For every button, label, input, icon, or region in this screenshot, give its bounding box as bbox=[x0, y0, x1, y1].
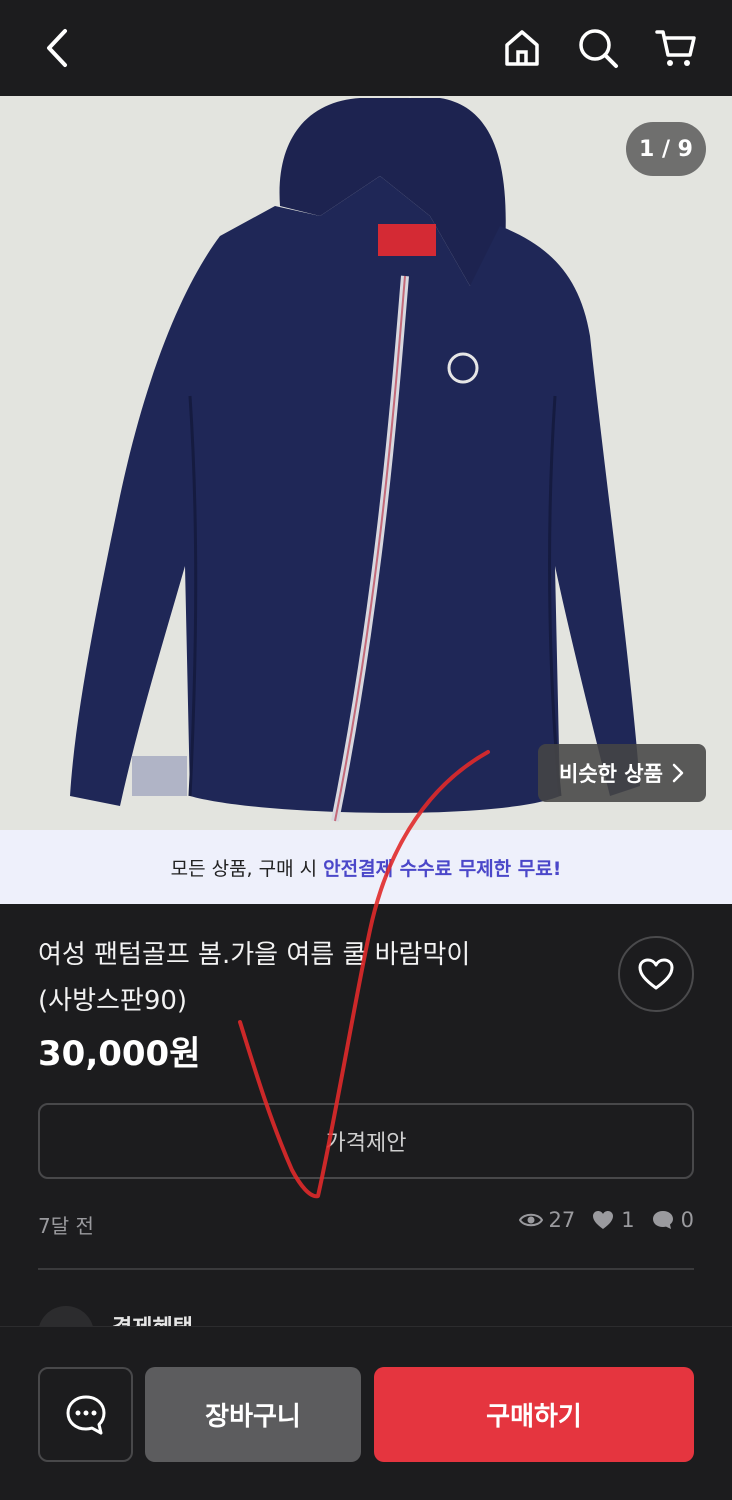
views-count: 27 bbox=[548, 1208, 576, 1232]
cart-icon[interactable] bbox=[654, 26, 698, 70]
product-photo bbox=[0, 96, 732, 830]
similar-products-button[interactable]: 비슷한 상품 bbox=[538, 744, 706, 802]
buy-now-button[interactable]: 구매하기 bbox=[374, 1367, 694, 1462]
product-title-line-2: (사방스판90) bbox=[38, 986, 188, 1016]
product-stats: 27 1 0 bbox=[509, 1208, 694, 1232]
chevron-left-icon[interactable] bbox=[36, 26, 80, 70]
product-image-gallery[interactable]: 1 / 9 비슷한 상품 bbox=[0, 96, 732, 830]
promo-text: 모든 상품, 구매 시 bbox=[170, 857, 318, 880]
chevron-right-icon bbox=[672, 763, 684, 783]
likes-count: 1 bbox=[621, 1208, 635, 1232]
heart-icon bbox=[593, 1211, 614, 1229]
search-icon[interactable] bbox=[576, 26, 620, 70]
likes-stat: 1 bbox=[591, 1208, 635, 1232]
similar-products-label: 비슷한 상품 bbox=[559, 762, 663, 786]
chat-button[interactable] bbox=[38, 1367, 133, 1462]
chat-bubble-icon bbox=[66, 1395, 105, 1434]
views-stat: 27 bbox=[518, 1208, 576, 1232]
add-to-cart-button[interactable]: 장바구니 bbox=[145, 1367, 361, 1462]
image-counter: 1 / 9 bbox=[626, 122, 706, 176]
product-title-line-1: 여성 팬텀골프 봄.가을 여름 쿨 바람막이 bbox=[38, 940, 471, 970]
eye-icon bbox=[518, 1213, 543, 1227]
product-title: 여성 팬텀골프 봄.가을 여름 쿨 바람막이 (사방스판90) bbox=[38, 932, 578, 1024]
product-price: 30,000원 bbox=[38, 1034, 201, 1074]
bottom-action-bar: 장바구니 구매하기 bbox=[0, 1326, 732, 1500]
top-bar bbox=[0, 0, 732, 96]
chats-stat: 0 bbox=[651, 1208, 694, 1232]
home-icon[interactable] bbox=[500, 26, 544, 70]
promo-highlight: 안전결제 수수료 무제한 무료! bbox=[323, 857, 562, 880]
heart-icon bbox=[638, 958, 674, 990]
price-offer-button[interactable]: 가격제안 bbox=[38, 1103, 694, 1179]
posted-time: 7달 전 bbox=[38, 1214, 94, 1238]
section-divider bbox=[38, 1268, 694, 1270]
promo-banner[interactable]: 모든 상품, 구매 시 안전결제 수수료 무제한 무료! bbox=[0, 830, 732, 904]
chats-count: 0 bbox=[680, 1208, 694, 1232]
chat-bubble-icon bbox=[652, 1211, 673, 1229]
like-button[interactable] bbox=[618, 936, 694, 1012]
